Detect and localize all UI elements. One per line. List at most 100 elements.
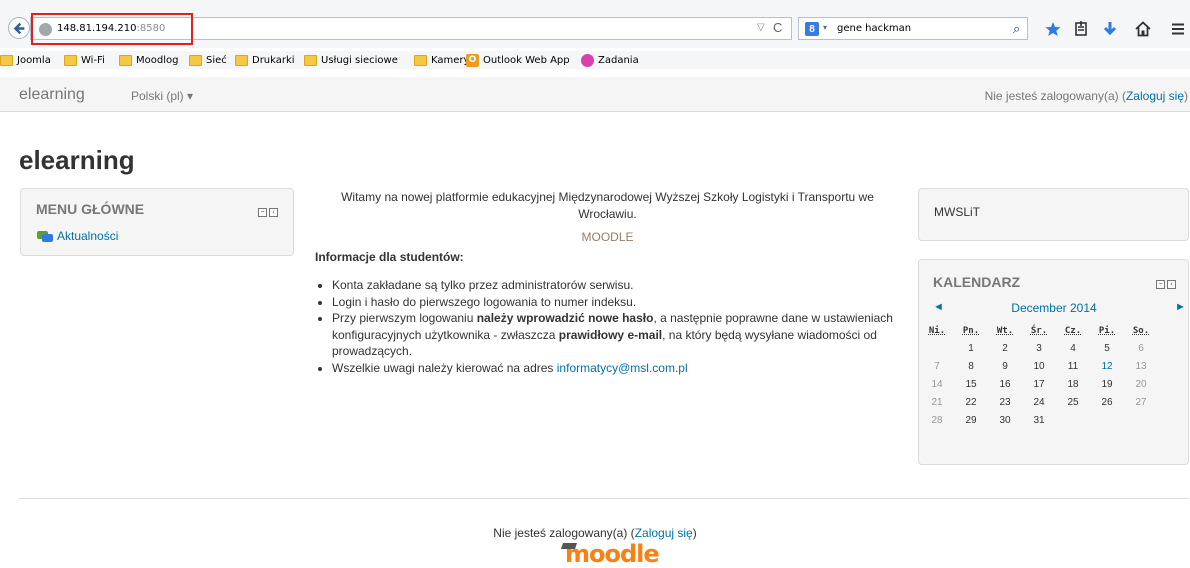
calendar-day[interactable]: 9: [988, 357, 1022, 375]
calendar-weekday-row: Ni. Pn. Wt. Śr. Cz. Pi. So.: [920, 323, 1158, 339]
calendar-day[interactable]: 14: [920, 375, 954, 393]
search-engine-caret-icon[interactable]: ▾: [823, 23, 827, 32]
calendar-day[interactable]: 10: [1022, 357, 1056, 375]
folder-icon: [0, 54, 13, 66]
calendar-empty-cell: [1090, 411, 1124, 429]
calendar-day[interactable]: 3: [1022, 339, 1056, 357]
calendar-day[interactable]: 24: [1022, 393, 1056, 411]
moodle-logo[interactable]: moodle: [560, 540, 660, 568]
calendar-day[interactable]: 11: [1056, 357, 1090, 375]
bookmark-label: Usługi sieciowe: [321, 54, 398, 66]
folder-icon: [304, 54, 317, 66]
menu-item-label[interactable]: Aktualności: [57, 229, 118, 243]
calendar-day[interactable]: 4: [1056, 339, 1090, 357]
weekday-header: Śr.: [1030, 326, 1048, 336]
outlook-icon: O: [466, 53, 479, 67]
folder-icon: [189, 54, 202, 66]
search-go-icon[interactable]: ⌕: [1013, 21, 1020, 37]
bookmark-label: Kamery: [431, 54, 470, 66]
calendar-day[interactable]: 17: [1022, 375, 1056, 393]
folder-icon: [235, 54, 248, 66]
calendar-day[interactable]: 27: [1124, 393, 1158, 411]
calendar-day[interactable]: 18: [1056, 375, 1090, 393]
calendar-day[interactable]: 1: [954, 339, 988, 357]
bookmark-drukarki[interactable]: Drukarki: [235, 53, 295, 67]
login-info: Nie jesteś zalogowany(a) (Zaloguj się): [985, 89, 1188, 103]
block-controls: − ‹: [1156, 280, 1178, 290]
back-arrow-icon: [13, 22, 24, 34]
calendar-day[interactable]: 6: [1124, 339, 1158, 357]
bookmark-label: Joomla: [17, 54, 51, 66]
calendar-prev-icon[interactable]: ◄: [933, 301, 944, 313]
moodle-caption: MOODLE: [581, 230, 634, 244]
calendar-day[interactable]: 12: [1090, 357, 1124, 375]
calendar-day[interactable]: 8: [954, 357, 988, 375]
bookmark-siec[interactable]: Sieć: [189, 53, 227, 67]
dock-icon[interactable]: ‹: [1167, 280, 1176, 289]
calendar-empty-cell: [1056, 411, 1090, 429]
calendar-day[interactable]: 23: [988, 393, 1022, 411]
calendar-day[interactable]: 5: [1090, 339, 1124, 357]
contact-email-link[interactable]: informatycy@msl.com.pl: [557, 361, 688, 375]
bookmark-wifi[interactable]: Wi-Fi: [64, 53, 105, 67]
info-item: Konta zakładane są tylko przez administr…: [332, 277, 900, 294]
bookmark-zadania[interactable]: Zadania: [581, 53, 639, 67]
home-icon[interactable]: [1133, 19, 1153, 39]
calendar-day[interactable]: 7: [920, 357, 954, 375]
reload-icon[interactable]: C: [773, 20, 782, 35]
bookmark-joomla[interactable]: Joomla: [0, 53, 51, 67]
moodle-logo-text: moodle: [565, 540, 660, 568]
calendar-month[interactable]: December 2014: [919, 301, 1189, 315]
menu-icon[interactable]: [1168, 19, 1188, 39]
bookmark-star-icon[interactable]: [1043, 19, 1063, 39]
collapse-icon[interactable]: −: [1156, 280, 1165, 289]
calendar-day[interactable]: 30: [988, 411, 1022, 429]
calendar-day[interactable]: 31: [1022, 411, 1056, 429]
calendar-day[interactable]: 29: [954, 411, 988, 429]
bookmark-label: Moodlog: [136, 54, 179, 66]
info-list: Konta zakładane są tylko przez administr…: [315, 277, 900, 376]
calendar-week-row: 21 22 23 24 25 26 27: [920, 393, 1158, 411]
menu-item-aktualnosci[interactable]: Aktualności: [37, 229, 118, 243]
search-input[interactable]: gene hackman: [837, 23, 911, 34]
back-button[interactable]: [8, 17, 30, 39]
bookmark-kamery[interactable]: Kamery: [414, 53, 469, 67]
bookmark-label: Wi-Fi: [81, 54, 105, 66]
calendar-week-row: 7 8 9 10 11 12 13: [920, 357, 1158, 375]
welcome-text: Witamy na nowej platformie edukacyjnej M…: [341, 190, 874, 221]
bookmark-outlook-web-app[interactable]: O Outlook Web App: [466, 53, 570, 67]
login-link[interactable]: Zaloguj się: [1126, 89, 1184, 103]
calendar-next-icon[interactable]: ►: [1175, 301, 1186, 313]
reading-list-icon[interactable]: [1071, 19, 1091, 39]
site-brand[interactable]: elearning: [19, 86, 85, 104]
calendar-day[interactable]: 22: [954, 393, 988, 411]
footer-login-link[interactable]: Zaloguj się: [635, 526, 693, 540]
calendar-day[interactable]: 28: [920, 411, 954, 429]
footer-divider: [19, 498, 1189, 499]
search-engine-icon[interactable]: 8: [805, 22, 819, 36]
calendar-day[interactable]: 26: [1090, 393, 1124, 411]
calendar-day[interactable]: 19: [1090, 375, 1124, 393]
calendar-day[interactable]: 16: [988, 375, 1022, 393]
calendar-day[interactable]: 15: [954, 375, 988, 393]
calendar-day[interactable]: 25: [1056, 393, 1090, 411]
dock-icon[interactable]: ‹: [269, 208, 278, 217]
calendar-day[interactable]: 2: [988, 339, 1022, 357]
calendar-day[interactable]: 21: [920, 393, 954, 411]
bookmark-uslugi-sieciowe[interactable]: Usługi sieciowe: [304, 53, 398, 67]
weekday-header: Cz.: [1064, 326, 1082, 336]
history-dropdown-icon[interactable]: ▽: [757, 22, 765, 33]
collapse-icon[interactable]: −: [258, 208, 267, 217]
footer-login-text: Nie jesteś zalogowany(a) (: [493, 526, 635, 540]
bookmark-moodlog[interactable]: Moodlog: [119, 53, 178, 67]
bookmark-label: Sieć: [206, 54, 227, 66]
site-navbar: elearning Polski (pl) ▾ Nie jesteś zalog…: [0, 77, 1190, 112]
download-icon[interactable]: [1100, 19, 1120, 39]
footer-login-suffix: ): [692, 526, 697, 540]
weekday-header: Wt.: [996, 326, 1014, 336]
search-bar[interactable]: 8 ▾ gene hackman ⌕: [798, 17, 1028, 40]
calendar-day[interactable]: 13: [1124, 357, 1158, 375]
calendar-day[interactable]: 20: [1124, 375, 1158, 393]
language-menu[interactable]: Polski (pl) ▾: [131, 89, 193, 103]
url-highlight-box: [31, 13, 193, 45]
